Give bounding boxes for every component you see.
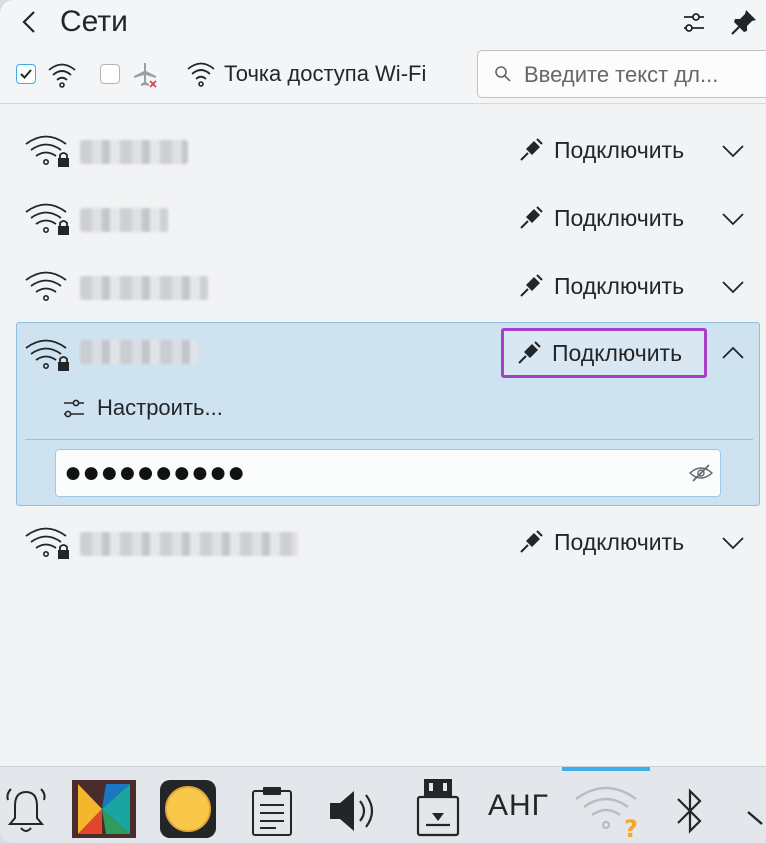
hotspot-label: Точка доступа Wi-Fi: [224, 61, 427, 86]
usb-drive-icon[interactable]: [414, 777, 462, 837]
network-row-expanded[interactable]: Подключить Настроить... ●●●●●●●●●●: [16, 322, 760, 506]
network-row[interactable]: Подключить: [16, 254, 760, 318]
chevron-down-icon[interactable]: [718, 272, 748, 302]
chevron-down-icon[interactable]: [718, 136, 748, 166]
search-input[interactable]: Введите текст дл...: [524, 62, 718, 88]
network-name-redacted: [80, 276, 208, 300]
pin-button[interactable]: [728, 6, 760, 38]
network-name-redacted: [80, 140, 188, 164]
connect-label: Подключить: [554, 528, 685, 555]
settings-sliders-icon: [684, 13, 704, 32]
connect-label: Подключить: [554, 136, 685, 163]
plug-icon: [520, 206, 543, 229]
chevron-down-icon[interactable]: [718, 528, 748, 558]
wifi-secured-icon: [25, 203, 69, 235]
search-field[interactable]: Введите текст дл...: [477, 50, 766, 98]
active-indicator: [562, 767, 650, 771]
pin-icon: [731, 10, 756, 35]
network-name-redacted: [80, 532, 298, 556]
bluetooth-icon[interactable]: [672, 781, 708, 841]
chevron-down-icon[interactable]: [718, 204, 748, 234]
plug-icon: [520, 530, 543, 553]
plug-icon: [520, 274, 543, 297]
show-password-icon[interactable]: [688, 462, 714, 484]
airplane-mode-checkbox[interactable]: [100, 64, 120, 84]
network-row[interactable]: Подключить: [16, 510, 760, 574]
chevron-up-icon[interactable]: [718, 338, 748, 368]
hotspot-button[interactable]: Точка доступа Wi-Fi: [184, 54, 426, 94]
airplane-mode-off-icon: [134, 63, 157, 88]
bell-icon[interactable]: [4, 781, 48, 841]
search-icon: [495, 66, 511, 82]
divider: [25, 439, 753, 440]
applet-header: Сети Точка доступа Wi-Fi Введите текст д…: [0, 0, 766, 104]
connect-label: Подключить: [554, 204, 685, 231]
connect-button[interactable]: Подключить: [508, 264, 706, 308]
checkmark-icon: [20, 69, 32, 79]
wifi-secured-icon: [25, 527, 69, 559]
network-row[interactable]: Подключить: [16, 186, 760, 250]
page-title: Сети: [60, 5, 128, 38]
system-tray: АНГ ?: [0, 766, 766, 843]
connect-label: Подключить: [552, 339, 683, 366]
chevron-left-icon: [22, 11, 35, 33]
app-launcher-icon[interactable]: [72, 779, 136, 839]
configure-button[interactable]: [678, 6, 710, 38]
wifi-icon: [187, 62, 215, 87]
volume-icon[interactable]: [326, 781, 384, 841]
clipboard-icon[interactable]: [248, 781, 296, 841]
wifi-secured-icon: [25, 135, 69, 167]
connect-button[interactable]: Подключить: [501, 328, 707, 378]
wifi-icon: [25, 271, 67, 301]
wifi-secured-icon: [25, 339, 69, 371]
configure-label: Настроить...: [97, 395, 223, 420]
network-name-redacted: [80, 208, 168, 232]
night-light-icon[interactable]: [160, 779, 216, 839]
plug-icon: [520, 138, 543, 161]
wifi-icon: [48, 63, 76, 88]
password-value: ●●●●●●●●●●: [64, 456, 246, 489]
configure-network-button[interactable]: Настроить...: [61, 395, 223, 421]
network-row[interactable]: Подключить: [16, 118, 760, 182]
network-list: Подключить Подключить Подключить Подключ…: [0, 104, 766, 766]
connect-button[interactable]: Подключить: [508, 128, 706, 172]
connect-button[interactable]: Подключить: [508, 196, 706, 240]
network-status-icon[interactable]: ?: [572, 781, 646, 841]
settings-sliders-icon: [64, 399, 84, 418]
svg-text:?: ?: [624, 815, 638, 841]
back-button[interactable]: [14, 6, 46, 38]
network-name-redacted: [80, 340, 198, 364]
plug-icon: [518, 341, 541, 364]
connect-button[interactable]: Подключить: [508, 520, 706, 564]
keyboard-layout[interactable]: АНГ: [488, 789, 549, 823]
password-field[interactable]: ●●●●●●●●●●: [55, 449, 721, 497]
networks-applet: Сети Точка доступа Wi-Fi Введите текст д…: [0, 0, 766, 843]
wifi-enable-checkbox[interactable]: [16, 64, 36, 84]
expand-tray-icon[interactable]: [744, 793, 766, 843]
connect-label: Подключить: [554, 272, 685, 299]
